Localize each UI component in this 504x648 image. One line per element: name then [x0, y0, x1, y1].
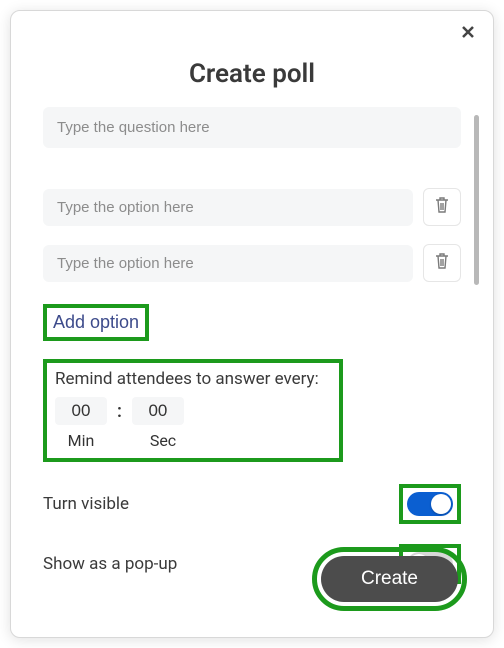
- trash-icon: [434, 196, 450, 218]
- seconds-input[interactable]: [132, 397, 184, 425]
- toggle-knob: [431, 494, 451, 514]
- add-option-button[interactable]: Add option: [53, 312, 139, 333]
- add-option-highlight: Add option: [43, 304, 149, 341]
- option-row: [43, 244, 461, 282]
- minutes-input[interactable]: [55, 397, 107, 425]
- remind-highlight: Remind attendees to answer every: : Min …: [43, 359, 343, 462]
- remind-label: Remind attendees to answer every:: [55, 369, 331, 389]
- option-input[interactable]: [43, 189, 413, 226]
- turn-visible-highlight: [399, 484, 461, 524]
- scrollbar[interactable]: [474, 115, 479, 285]
- seconds-label: Sec: [137, 431, 189, 450]
- create-poll-modal: Create poll Add option Remind atten: [10, 10, 494, 638]
- modal-title: Create poll: [29, 59, 475, 89]
- popup-label: Show as a pop-up: [43, 554, 177, 574]
- option-input[interactable]: [43, 245, 413, 282]
- time-labels: Min Sec: [55, 431, 331, 450]
- turn-visible-toggle[interactable]: [407, 492, 453, 516]
- option-row: [43, 188, 461, 226]
- create-highlight: Create: [312, 547, 467, 611]
- delete-option-button[interactable]: [423, 244, 461, 282]
- minutes-label: Min: [55, 431, 107, 450]
- create-button[interactable]: Create: [321, 556, 458, 602]
- close-icon: [460, 24, 476, 44]
- turn-visible-label: Turn visible: [43, 494, 129, 514]
- close-button[interactable]: [455, 21, 481, 47]
- question-input[interactable]: [43, 107, 461, 148]
- trash-icon: [434, 252, 450, 274]
- time-row: :: [55, 397, 331, 425]
- time-colon: :: [117, 401, 122, 422]
- turn-visible-row: Turn visible: [43, 484, 461, 524]
- delete-option-button[interactable]: [423, 188, 461, 226]
- modal-content: Add option Remind attendees to answer ev…: [29, 107, 475, 584]
